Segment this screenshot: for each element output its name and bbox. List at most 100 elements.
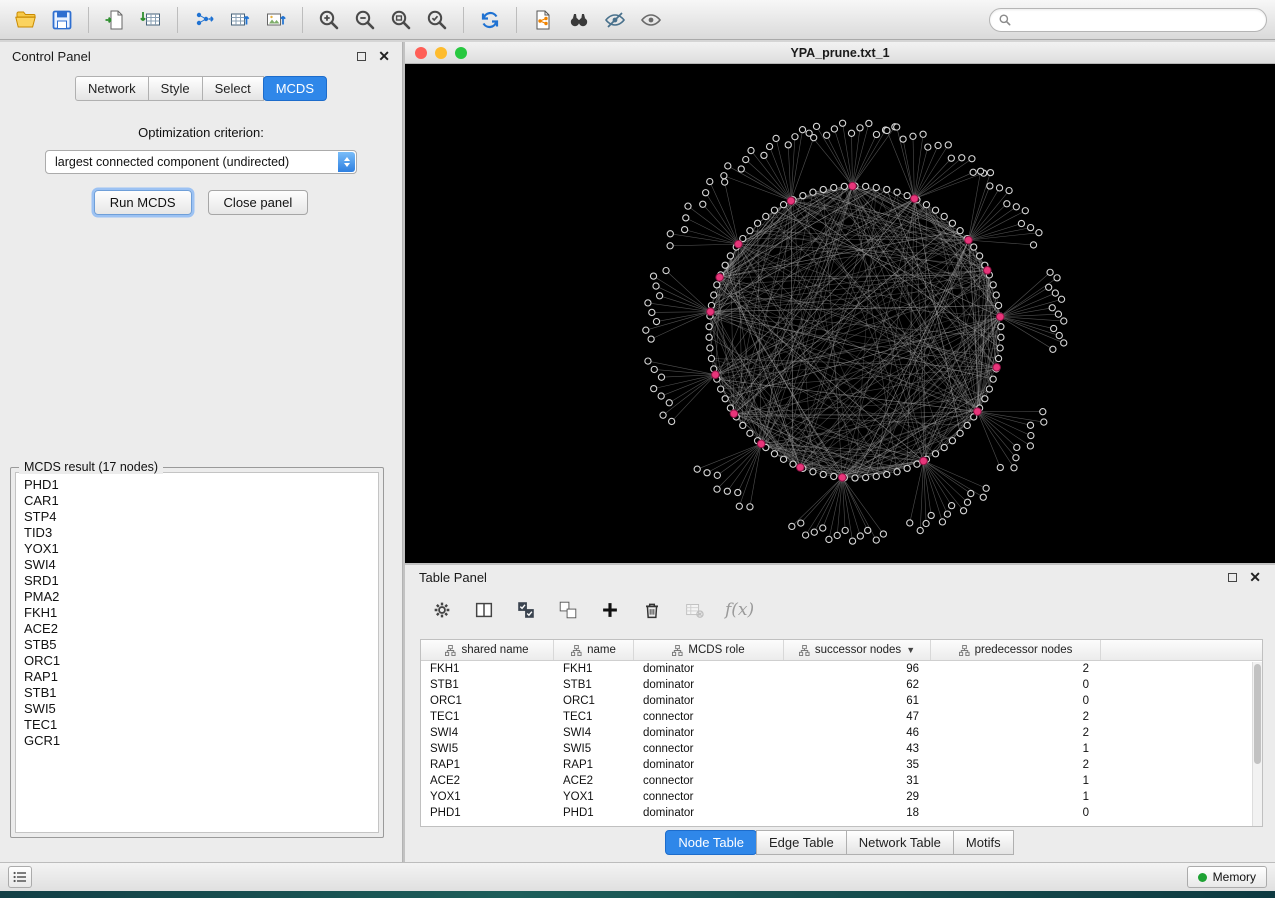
close-panel-button[interactable]: Close panel [208, 190, 309, 215]
mcds-result-item[interactable]: TID3 [24, 525, 378, 541]
show-all-button[interactable] [633, 4, 669, 36]
hide-selected-button[interactable] [597, 4, 633, 36]
function-builder-button[interactable]: f(x) [725, 600, 754, 620]
table-row[interactable]: ORC1ORC1dominator610 [421, 693, 1262, 709]
table-row[interactable]: STB1STB1dominator620 [421, 677, 1262, 693]
mcds-result-item[interactable]: SRD1 [24, 573, 378, 589]
table-scrollbar[interactable] [1252, 662, 1262, 826]
zoom-fit-button[interactable] [383, 4, 419, 36]
tab-network-table[interactable]: Network Table [846, 830, 954, 855]
network-canvas-area[interactable] [405, 64, 1275, 563]
table-row[interactable]: RAP1RAP1dominator352 [421, 757, 1262, 773]
mcds-result-item[interactable]: PMA2 [24, 589, 378, 605]
mcds-result-item[interactable]: ORC1 [24, 653, 378, 669]
mcds-result-item[interactable]: YOX1 [24, 541, 378, 557]
mcds-result-item[interactable]: PHD1 [24, 477, 378, 493]
show-columns-button[interactable] [473, 599, 495, 621]
table-cell: RAP1 [421, 757, 554, 773]
mcds-result-item[interactable]: STB1 [24, 685, 378, 701]
table-cell: SWI4 [421, 725, 554, 741]
mcds-result-item[interactable]: FKH1 [24, 605, 378, 621]
deselect-all-rows-button[interactable] [557, 599, 579, 621]
toolbar-separator [88, 7, 89, 33]
mcds-result-item[interactable]: STP4 [24, 509, 378, 525]
tab-style[interactable]: Style [148, 76, 203, 101]
memory-button[interactable]: Memory [1187, 866, 1267, 888]
table-cell: 0 [931, 805, 1101, 821]
select-all-rows-button[interactable] [515, 599, 537, 621]
tab-edge-table[interactable]: Edge Table [756, 830, 847, 855]
show-panels-button[interactable] [8, 866, 32, 888]
table-row[interactable]: YOX1YOX1connector291 [421, 789, 1262, 805]
attribute-icon [959, 645, 970, 656]
column-header-mcds-role[interactable]: MCDS role [634, 640, 784, 660]
table-settings-button[interactable] [431, 599, 453, 621]
close-window-icon[interactable] [415, 47, 427, 59]
save-floppy-icon [50, 8, 74, 32]
save-session-button[interactable] [44, 4, 80, 36]
delete-column-button[interactable] [641, 599, 663, 621]
maximize-window-icon[interactable] [455, 47, 467, 59]
export-network-icon [192, 8, 216, 32]
mcds-result-list[interactable]: PHD1CAR1STP4TID3YOX1SWI4SRD1PMA2FKH1ACE2… [15, 472, 379, 833]
sort-descending-icon[interactable]: ▼ [906, 645, 915, 655]
table-cell: YOX1 [421, 789, 554, 805]
float-panel-icon[interactable] [357, 52, 366, 61]
minimize-window-icon[interactable] [435, 47, 447, 59]
refresh-network-button[interactable] [472, 4, 508, 36]
table-scrollbar-thumb[interactable] [1254, 664, 1261, 764]
mcds-result-item[interactable]: CAR1 [24, 493, 378, 509]
share-document-button[interactable] [525, 4, 561, 36]
mcds-result-item[interactable]: ACE2 [24, 621, 378, 637]
export-table-button[interactable] [222, 4, 258, 36]
search-input[interactable] [1012, 12, 1258, 28]
mcds-result-item[interactable]: STB5 [24, 637, 378, 653]
table-cell: TEC1 [554, 709, 634, 725]
table-row[interactable]: ACE2ACE2connector311 [421, 773, 1262, 789]
mcds-result-item[interactable]: SWI4 [24, 557, 378, 573]
find-button[interactable] [561, 4, 597, 36]
search-box[interactable] [989, 8, 1267, 32]
table-row[interactable]: PHD1PHD1dominator180 [421, 805, 1262, 821]
table-row[interactable]: FKH1FKH1dominator962 [421, 661, 1262, 677]
tab-mcds[interactable]: MCDS [263, 76, 327, 101]
mcds-result-item[interactable]: GCR1 [24, 733, 378, 749]
mcds-result-item[interactable]: RAP1 [24, 669, 378, 685]
column-header-shared-name[interactable]: shared name [421, 640, 554, 660]
import-table-button[interactable] [133, 4, 169, 36]
table-cell: FKH1 [554, 661, 634, 677]
close-table-panel-icon[interactable]: ✕ [1249, 570, 1261, 584]
table-cell-filler [1101, 725, 1262, 741]
optimization-criterion-select[interactable]: largest connected component (undirected) [45, 150, 357, 174]
column-header-name[interactable]: name [554, 640, 634, 660]
plus-icon [599, 599, 621, 621]
export-image-button[interactable] [258, 4, 294, 36]
close-panel-icon[interactable]: ✕ [378, 49, 390, 63]
table-row[interactable]: SWI4SWI4dominator462 [421, 725, 1262, 741]
import-network-button[interactable] [97, 4, 133, 36]
table-row[interactable]: SWI5SWI5connector431 [421, 741, 1262, 757]
mcds-result-item[interactable]: SWI5 [24, 701, 378, 717]
run-mcds-button[interactable]: Run MCDS [94, 190, 192, 215]
column-header-predecessor-nodes[interactable]: predecessor nodes [931, 640, 1101, 660]
zoom-selected-button[interactable] [419, 4, 455, 36]
tab-select[interactable]: Select [202, 76, 264, 101]
add-column-button[interactable] [599, 599, 621, 621]
table-cell: PHD1 [554, 805, 634, 821]
tab-network[interactable]: Network [75, 76, 149, 101]
table-row[interactable]: TEC1TEC1connector472 [421, 709, 1262, 725]
open-file-button[interactable] [8, 4, 44, 36]
export-network-button[interactable] [186, 4, 222, 36]
table-cell-filler [1101, 757, 1262, 773]
column-header-successor-nodes[interactable]: successor nodes ▼ [784, 640, 931, 660]
tab-node-table[interactable]: Node Table [665, 830, 757, 855]
zoom-out-button[interactable] [347, 4, 383, 36]
zoom-in-button[interactable] [311, 4, 347, 36]
tab-motifs[interactable]: Motifs [953, 830, 1014, 855]
mcds-result-item[interactable]: TEC1 [24, 717, 378, 733]
network-window-titlebar[interactable]: YPA_prune.txt_1 [405, 42, 1275, 64]
control-panel: Control Panel ✕ Network Style Select MCD… [0, 42, 403, 862]
node-table-body: FKH1FKH1dominator962STB1STB1dominator620… [421, 661, 1262, 821]
float-table-panel-icon[interactable] [1228, 573, 1237, 582]
toolbar-separator [302, 7, 303, 33]
